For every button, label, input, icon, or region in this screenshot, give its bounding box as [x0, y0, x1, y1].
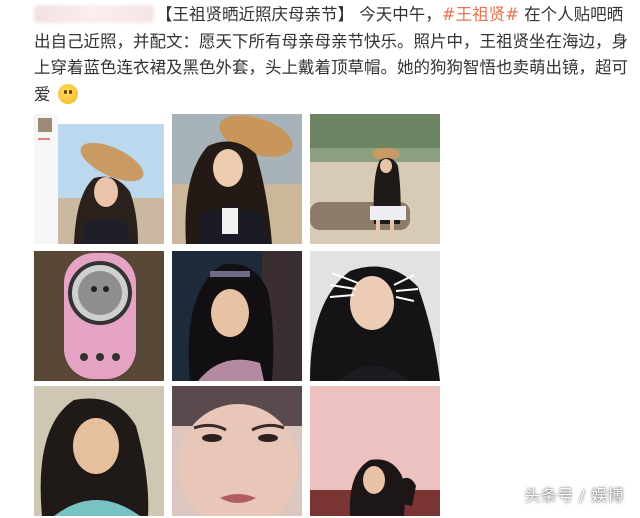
blurred-username [34, 5, 154, 23]
photo-thumbnail-1[interactable] [34, 114, 164, 244]
photo-thumbnail-8[interactable] [172, 386, 302, 516]
surprised-face-emoji-icon [57, 83, 78, 104]
post-intro: 今天中午， [359, 5, 442, 24]
photo-thumbnail-6[interactable] [310, 251, 440, 381]
photo-thumbnail-9[interactable] [310, 386, 440, 516]
watermark: 头条号 / 娱博 [524, 486, 624, 505]
post-text: 【王祖贤晒近照庆母亲节】 今天中午，#王祖贤# 在个人贴吧晒出自己近照，并配文：… [34, 2, 634, 108]
hashtag-link[interactable]: #王祖贤# [442, 5, 519, 24]
photo-thumbnail-2[interactable] [172, 114, 302, 244]
photo-thumbnail-3[interactable] [310, 114, 440, 244]
photo-thumbnail-4[interactable] [34, 251, 164, 381]
photo-grid [34, 114, 440, 518]
photo-thumbnail-7[interactable] [34, 386, 164, 516]
photo-thumbnail-5[interactable] [172, 251, 302, 381]
post-title: 【王祖贤晒近照庆母亲节】 [156, 5, 354, 24]
